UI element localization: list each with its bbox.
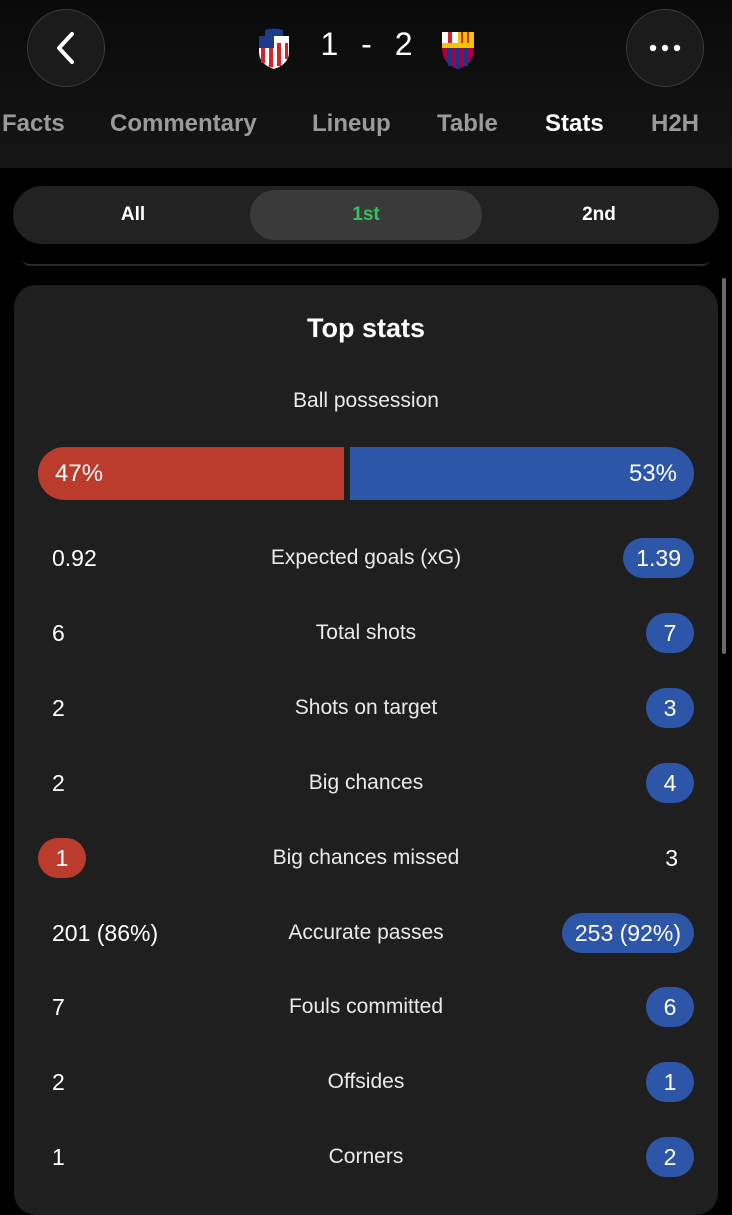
chevron-left-icon <box>57 32 74 64</box>
away-value-badge: 2 <box>646 1137 694 1178</box>
atletico-crest-icon <box>259 28 289 69</box>
stat-label: Fouls committed <box>288 995 444 1019</box>
card-title: Top stats <box>306 313 425 343</box>
possession-home-value: 47% <box>55 460 104 487</box>
away-value-badge: 1.39 <box>623 538 694 578</box>
stat-label: Offsides <box>327 1070 405 1094</box>
tab-facts[interactable]: Facts <box>2 110 65 138</box>
possession-bar: 47% 53% <box>38 447 694 500</box>
away-value-wrap: 3 <box>646 685 694 731</box>
score-separator: - <box>361 26 373 62</box>
stat-row: 6 Total shots 7 <box>14 610 718 656</box>
possession-away-fill: 53% <box>350 447 694 500</box>
back-button[interactable] <box>27 9 105 87</box>
away-value-wrap: 4 <box>646 760 694 806</box>
possession-label: Ball possession <box>293 389 439 412</box>
stat-label: Big chances <box>308 770 424 794</box>
away-value-wrap: 6 <box>646 984 694 1030</box>
tab-stats[interactable]: Stats <box>545 110 604 138</box>
away-value-badge: 6 <box>646 987 694 1028</box>
stat-label: Shots on target <box>294 695 438 719</box>
away-value-badge: 1 <box>646 1062 694 1103</box>
possession-home-fill: 47% <box>38 447 344 500</box>
tab-commentary[interactable]: Commentary <box>110 110 257 138</box>
away-value-badge: 253 (92%) <box>561 912 694 953</box>
more-horizontal-icon <box>649 44 681 52</box>
stat-row: 201 (86%) Accurate passes 253 (92%) <box>14 910 718 956</box>
match-header: 1 - 2 Facts Commentary Lineup Table Stat… <box>0 0 732 168</box>
stat-row: 0.92 Expected goals (xG) 1.39 <box>14 535 718 581</box>
away-value-wrap: 253 (92%) <box>561 910 694 956</box>
scrollbar[interactable] <box>722 278 726 654</box>
stat-row: 2 Offsides 1 <box>14 1059 718 1105</box>
stat-row: 1 Big chances missed 3 <box>14 835 718 881</box>
stat-label: Total shots <box>315 620 417 644</box>
stat-row: 7 Fouls committed 6 <box>14 984 718 1030</box>
stat-label: Big chances missed <box>272 845 460 869</box>
period-filter: All 1st 2nd <box>13 186 719 244</box>
tab-h2h[interactable]: H2H <box>651 110 699 138</box>
section-divider <box>22 258 710 266</box>
period-option-second-half[interactable]: 2nd <box>483 190 715 240</box>
tab-table[interactable]: Table <box>437 110 498 138</box>
away-value-wrap: 1.39 <box>623 535 694 581</box>
away-value-wrap: 1 <box>646 1059 694 1105</box>
stat-row: 1 Corners 2 <box>14 1134 718 1180</box>
top-stats-card: Top stats Ball possession 47% 53% 0.92 Ex… <box>14 285 718 1215</box>
tab-lineup[interactable]: Lineup <box>312 110 391 138</box>
away-value-wrap: 7 <box>646 610 694 656</box>
away-value-badge: 4 <box>646 762 694 803</box>
barcelona-crest-icon <box>442 32 474 69</box>
possession-away-value: 53% <box>628 460 677 487</box>
match-score: 1 - 2 <box>312 26 422 63</box>
away-value-badge: 3 <box>646 687 694 728</box>
stat-row: 2 Shots on target 3 <box>14 685 718 731</box>
away-value-wrap: 2 <box>646 1134 694 1180</box>
stat-row: 2 Big chances 4 <box>14 760 718 806</box>
away-value: 3 <box>665 844 678 871</box>
more-options-button[interactable] <box>626 9 704 87</box>
stat-label: Expected goals (xG) <box>270 546 462 569</box>
away-value-badge: 7 <box>646 612 694 653</box>
away-score: 2 <box>394 26 414 62</box>
period-option-all[interactable]: All <box>17 190 249 240</box>
home-score: 1 <box>320 26 340 62</box>
stat-label: Corners <box>328 1145 404 1169</box>
period-option-first-half[interactable]: 1st <box>250 190 482 240</box>
